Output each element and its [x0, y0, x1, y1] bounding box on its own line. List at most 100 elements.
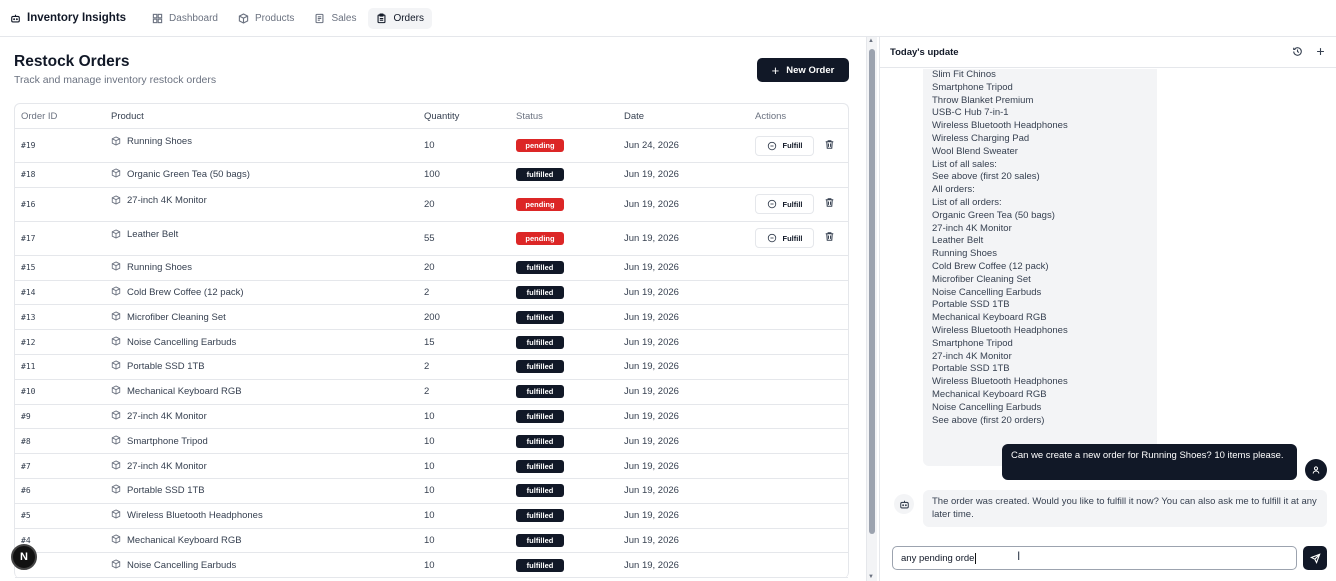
box-icon: [111, 168, 121, 181]
ai-list-line: Wireless Bluetooth Headphones: [932, 324, 1068, 336]
product-name: Mechanical Keyboard RGB: [127, 386, 242, 398]
status-cell: fulfilled: [516, 281, 564, 305]
date: Jun 19, 2026: [624, 460, 679, 472]
nav-item-label: Dashboard: [169, 12, 218, 24]
ai-list-line: Slim Fit Chinos: [932, 69, 996, 80]
scroll-thumb[interactable]: [869, 49, 875, 534]
nav-item-products[interactable]: Products: [230, 8, 302, 29]
date: Jun 19, 2026: [624, 534, 679, 546]
orders-table: Order ID Product Quantity Status Date Ac…: [14, 103, 849, 579]
date: Jun 19, 2026: [624, 311, 679, 323]
ai-list-line: Wireless Bluetooth Headphones: [932, 376, 1068, 388]
text-cursor-icon: I: [1017, 549, 1021, 563]
status-cell: pending: [516, 129, 564, 162]
app-title: Inventory Insights: [27, 12, 127, 24]
chat-panel-title: Today's update: [890, 46, 959, 58]
quantity: 200: [424, 311, 440, 323]
actions-cell: Fulfill: [755, 188, 835, 221]
nav-item-dashboard[interactable]: Dashboard: [144, 8, 226, 29]
delete-icon[interactable]: [824, 139, 835, 153]
product-cell: 27-inch 4K Monitor: [111, 454, 207, 478]
send-button[interactable]: [1303, 546, 1327, 570]
top-navbar: Inventory Insights Dashboard Products Sale…: [0, 0, 1336, 37]
date: Jun 24, 2026: [624, 140, 679, 151]
scroll-down-arrow[interactable]: ▼: [868, 574, 874, 580]
order-id: #7: [21, 461, 31, 471]
ai-list-line: Wool Blend Sweater: [932, 145, 1018, 157]
quantity: 10: [424, 559, 435, 571]
order-id: #14: [21, 287, 36, 297]
date: Jun 19, 2026: [624, 232, 679, 244]
page-subtitle: Track and manage inventory restock order…: [14, 74, 217, 86]
box-icon: [111, 360, 121, 373]
chat-messages: Slim Fit Chinos Smartphone Tripod Throw Bl…: [880, 69, 1336, 539]
main-scrollbar[interactable]: ▲ ▼: [866, 37, 877, 581]
col-product: Product: [111, 110, 144, 122]
quantity: 20: [424, 198, 435, 210]
table-row: #10 Mechanical Keyboard RGB 2 fulfilled Jun …: [15, 380, 848, 405]
product-cell: Running Shoes: [111, 129, 192, 162]
delete-icon[interactable]: [824, 231, 835, 245]
quantity: 2: [424, 286, 430, 298]
table-row: #13 Microfiber Cleaning Set 200 fulfilled Ju…: [15, 305, 848, 331]
fulfill-button[interactable]: Fulfill: [755, 135, 814, 156]
quantity: 2: [424, 386, 430, 398]
date: Jun 19, 2026: [624, 410, 679, 422]
chat-panel: Today's update Slim Fit Chinos Smartphone…: [879, 37, 1336, 581]
ai-list-line: Wireless Charging Pad: [932, 132, 1030, 144]
product-name: Organic Green Tea (50 bags): [127, 169, 250, 181]
order-id: #8: [21, 436, 31, 446]
status-cell: fulfilled: [516, 504, 564, 528]
status-cell: fulfilled: [516, 163, 564, 187]
date: Jun 19, 2026: [624, 336, 679, 348]
box-icon: [111, 336, 121, 349]
status-cell: fulfilled: [516, 529, 564, 553]
nav-item-orders[interactable]: Orders: [368, 7, 433, 29]
table-row: #11 Portable SSD 1TB 2 fulfilled Jun 19, 202…: [15, 355, 848, 380]
box-icon: [111, 559, 121, 572]
table-row: #16 27-inch 4K Monitor 20 pending Jun 19, 20…: [15, 188, 848, 222]
quantity: 2: [424, 361, 430, 373]
fulfill-icon: [767, 141, 777, 151]
nav-item-label: Products: [254, 12, 295, 24]
col-status: Status: [516, 110, 543, 122]
new-order-button[interactable]: + New Order: [757, 58, 849, 82]
ai-list-line: List of all orders:: [932, 196, 1002, 208]
date: Jun 19, 2026: [624, 485, 679, 497]
order-id: #17: [21, 233, 36, 243]
box-icon: [111, 286, 121, 299]
brand[interactable]: Inventory Insights: [10, 12, 126, 24]
ai-list-line: Leather Belt: [932, 235, 984, 247]
product-name: Microfiber Cleaning Set: [127, 311, 226, 323]
user-message: Can we create a new order for Running Sh…: [1002, 444, 1297, 480]
status-badge: fulfilled: [516, 484, 564, 498]
quantity: 100: [424, 169, 440, 181]
product-cell: Cold Brew Coffee (12 pack): [111, 281, 244, 305]
status-badge: fulfilled: [516, 261, 564, 275]
floating-n-badge[interactable]: N: [11, 544, 37, 570]
nav-item-sales[interactable]: Sales: [306, 8, 364, 29]
fulfill-button[interactable]: Fulfill: [755, 228, 814, 249]
actions-cell: Fulfill: [755, 129, 835, 162]
col-order-id: Order ID: [21, 110, 58, 122]
clipboard-icon: [376, 12, 387, 24]
ai-message-list: Slim Fit Chinos Smartphone Tripod Throw Bl…: [923, 69, 1157, 466]
col-date: Date: [624, 110, 645, 122]
history-icon[interactable]: [1292, 46, 1303, 60]
fulfill-button[interactable]: Fulfill: [755, 194, 814, 215]
ai-list-line: All orders:: [932, 184, 975, 196]
new-chat-icon[interactable]: [1315, 46, 1326, 60]
col-quantity: Quantity: [424, 110, 460, 122]
delete-icon[interactable]: [824, 197, 835, 211]
product-name: Mechanical Keyboard RGB: [127, 534, 242, 546]
box-icon: [111, 435, 121, 448]
product-name: Running Shoes: [127, 136, 192, 147]
product-name: Wireless Bluetooth Headphones: [127, 510, 263, 522]
ai-list-line: 27-inch 4K Monitor: [932, 222, 1012, 234]
date: Jun 19, 2026: [624, 386, 679, 398]
scroll-up-arrow[interactable]: ▲: [868, 38, 874, 44]
status-badge: pending: [516, 139, 564, 152]
chat-input[interactable]: any pending orde: [892, 546, 1297, 570]
quantity: 10: [424, 534, 435, 546]
table-header: Order ID Product Quantity Status Date Ac…: [15, 104, 848, 129]
